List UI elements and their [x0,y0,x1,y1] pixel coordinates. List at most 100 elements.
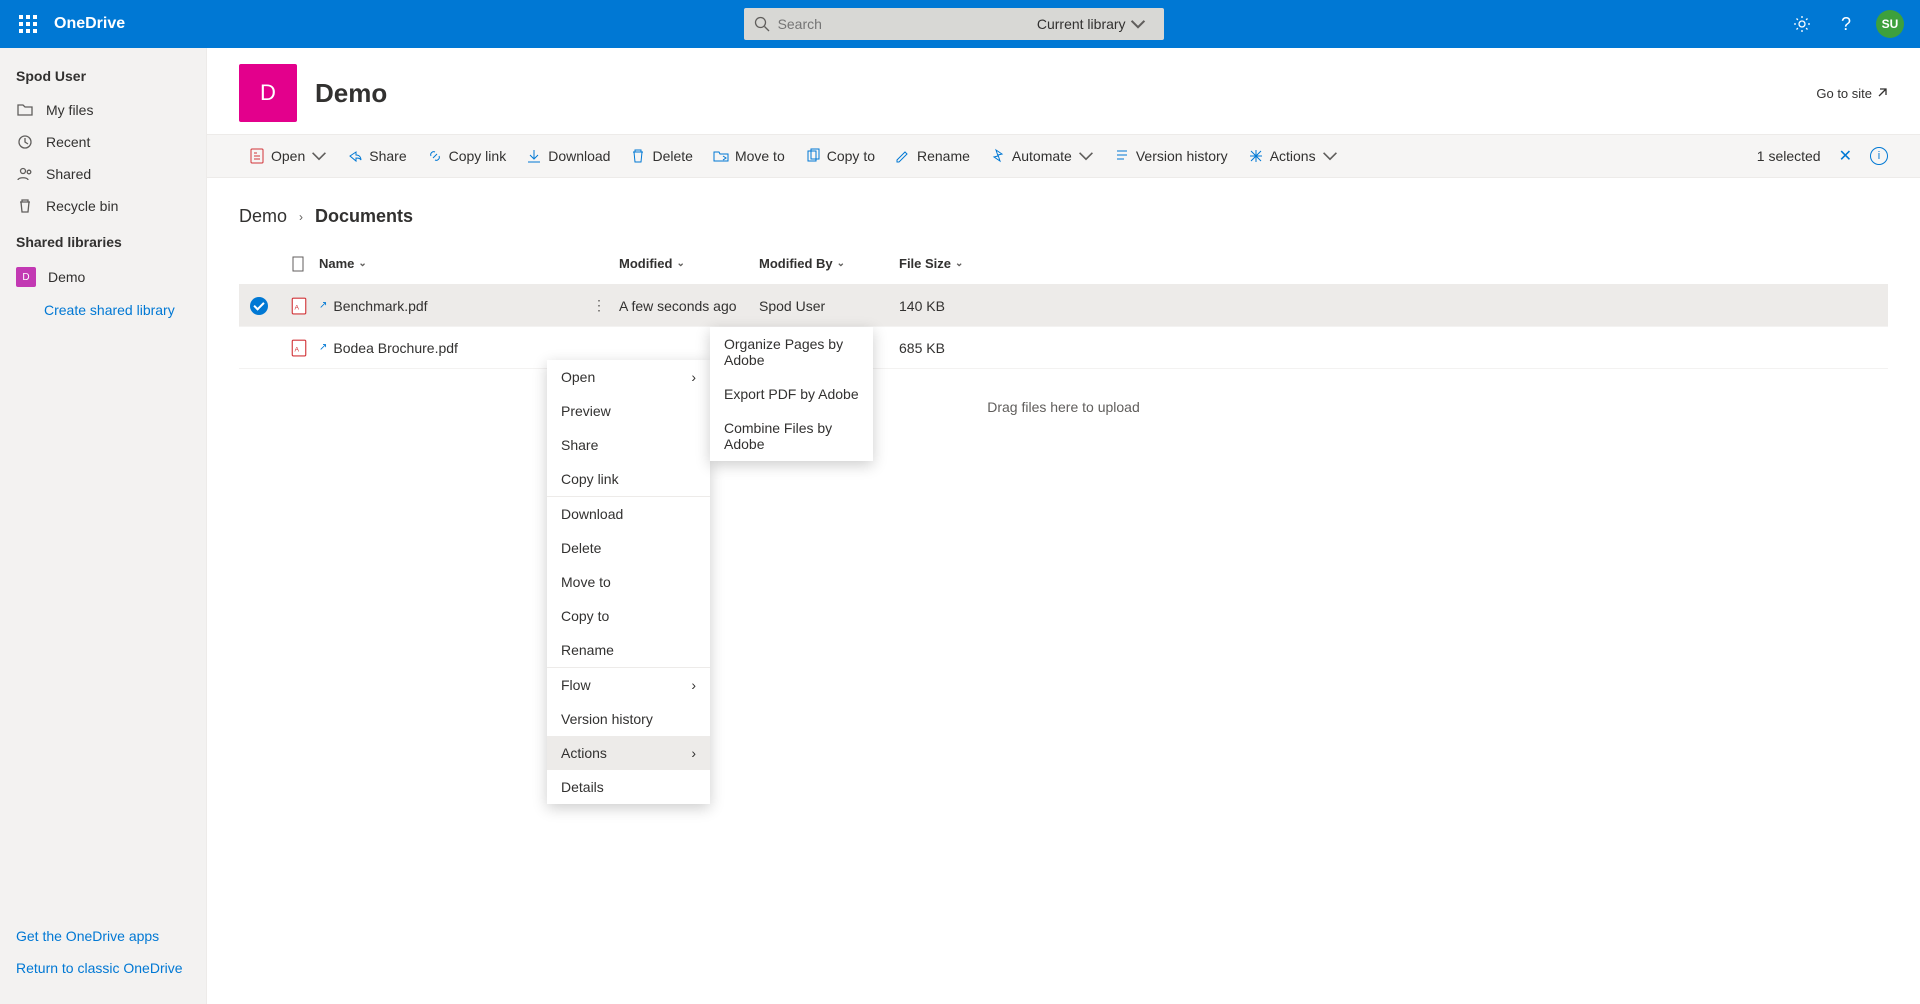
get-apps-link[interactable]: Get the OneDrive apps [16,920,190,952]
sidebar-item-recycle[interactable]: Recycle bin [0,190,206,222]
column-modified[interactable]: Modified⌄ [619,256,759,271]
pdf-icon [249,148,265,164]
site-tile: D [239,64,297,122]
ctx-rename[interactable]: Rename [547,633,710,667]
breadcrumb-root[interactable]: Demo [239,206,287,227]
file-name-cell[interactable]: ↗Benchmark.pdf [319,298,579,314]
app-launcher-button[interactable] [8,0,48,48]
site-title: Demo [315,78,387,109]
cmd-copylink[interactable]: Copy link [417,134,517,178]
chevron-right-icon: › [691,745,696,761]
chevron-right-icon: › [691,677,696,693]
cmd-actions[interactable]: Actions [1238,134,1348,178]
search-icon [754,16,770,32]
cmd-rename[interactable]: Rename [885,134,980,178]
sidebar-item-label: Recent [46,134,90,150]
share-icon [347,148,363,164]
site-header: D Demo Go to site [207,48,1920,134]
ctx-details[interactable]: Details [547,770,710,804]
cmd-copyto[interactable]: Copy to [795,134,885,178]
help-button[interactable]: ? [1826,0,1866,48]
brand-label[interactable]: OneDrive [54,15,125,33]
ctx-share[interactable]: Share [547,428,710,462]
file-row[interactable]: A ↗Bodea Brochure.pdf Spod User 685 KB [239,327,1888,369]
column-modifiedby[interactable]: Modified By⌄ [759,256,899,271]
ctx-flow[interactable]: Flow› [547,668,710,702]
cmd-open[interactable]: Open [239,134,337,178]
download-icon [526,148,542,164]
link-icon [427,148,443,164]
cmd-moveto[interactable]: Move to [703,134,795,178]
delete-icon [630,148,646,164]
pdf-icon: A [290,339,308,357]
column-filesize[interactable]: File Size⌄ [899,256,1039,271]
go-to-site-link[interactable]: Go to site [1816,86,1888,101]
cmd-automate[interactable]: Automate [980,134,1104,178]
clock-icon [16,133,34,151]
ctx-moveto[interactable]: Move to [547,565,710,599]
file-type-column-icon[interactable] [291,256,307,272]
file-name-cell[interactable]: ↗Bodea Brochure.pdf [319,340,579,356]
library-tile-icon: D [16,267,36,287]
folder-icon [16,101,34,119]
sidebar-item-shared[interactable]: Shared [0,158,206,190]
search-wrap: Current library [125,8,1782,40]
trash-icon [16,197,34,215]
chevron-right-icon: › [691,369,696,385]
chevron-down-icon [1322,148,1338,164]
ctx-combine-files[interactable]: Combine Files by Adobe [710,411,873,461]
file-size-cell: 685 KB [899,340,1039,356]
checkmark-icon[interactable] [250,297,268,315]
ctx-organize-pages[interactable]: Organize Pages by Adobe [710,327,873,377]
sidebar-item-label: Recycle bin [46,198,118,214]
sidebar-shared-heading: Shared libraries [0,228,206,260]
main-content: D Demo Go to site Open Share Copy link D… [207,48,1920,1004]
rename-icon [895,148,911,164]
cmd-delete[interactable]: Delete [620,134,702,178]
breadcrumb-leaf: Documents [315,206,413,227]
ctx-copylink[interactable]: Copy link [547,462,710,496]
file-list: Name⌄ Modified⌄ Modified By⌄ File Size⌄ … [207,243,1920,369]
ctx-versionhistory[interactable]: Version history [547,702,710,736]
chevron-down-icon [311,148,327,164]
sidebar-item-label: Demo [48,269,85,285]
svg-text:A: A [295,346,300,353]
column-header-row: Name⌄ Modified⌄ Modified By⌄ File Size⌄ [239,243,1888,285]
file-row[interactable]: A ↗Benchmark.pdf ⋮ A few seconds ago Spo… [239,285,1888,327]
cmd-version[interactable]: Version history [1104,134,1238,178]
search-box[interactable]: Current library [744,8,1164,40]
clear-selection-button[interactable]: ✕ [1835,146,1856,166]
cmd-share[interactable]: Share [337,134,416,178]
top-right-controls: ? SU [1782,0,1912,48]
copyto-icon [805,148,821,164]
ctx-actions[interactable]: Actions› Organize Pages by Adobe Export … [547,736,710,770]
details-pane-button[interactable]: i [1870,147,1888,165]
drop-zone-hint: Drag files here to upload [207,369,1920,445]
ctx-delete[interactable]: Delete [547,531,710,565]
external-link-icon [1876,87,1888,99]
cmd-download[interactable]: Download [516,134,620,178]
settings-button[interactable] [1782,0,1822,48]
search-input[interactable] [778,16,1029,32]
user-avatar[interactable]: SU [1876,10,1904,38]
actions-icon [1248,148,1264,164]
sidebar-item-recent[interactable]: Recent [0,126,206,158]
file-modifiedby-cell: Spod User [759,298,899,314]
ctx-download[interactable]: Download [547,497,710,531]
waffle-icon [19,15,37,33]
ctx-open[interactable]: Open› [547,360,710,394]
ctx-preview[interactable]: Preview [547,394,710,428]
search-scope-dropdown[interactable]: Current library [1037,16,1154,32]
file-modified-cell: A few seconds ago [619,298,759,314]
classic-onedrive-link[interactable]: Return to classic OneDrive [16,952,190,984]
column-name[interactable]: Name⌄ [319,256,579,271]
ctx-export-pdf[interactable]: Export PDF by Adobe [710,377,873,411]
sidebar-item-label: Shared [46,166,91,182]
sidebar-library-demo[interactable]: D Demo [0,260,206,294]
sidebar-item-myfiles[interactable]: My files [0,94,206,126]
row-more-button[interactable]: ⋮ [579,297,619,314]
ctx-copyto[interactable]: Copy to [547,599,710,633]
create-shared-library-link[interactable]: Create shared library [0,294,206,326]
sidebar-item-label: My files [46,102,93,118]
command-bar: Open Share Copy link Download Delete Mov… [207,134,1920,178]
